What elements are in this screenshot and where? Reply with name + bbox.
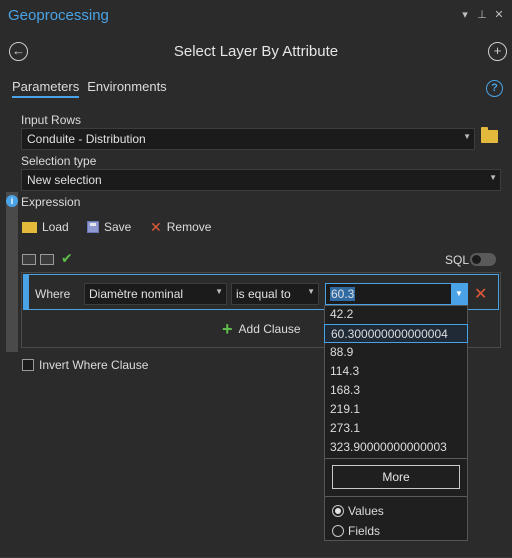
chevron-down-icon: ▼	[215, 287, 223, 296]
value-option[interactable]: 219.1	[324, 400, 468, 419]
remove-button[interactable]: ✕ Remove	[150, 219, 211, 235]
value-option[interactable]: 42.2	[324, 305, 468, 324]
add-clause-button[interactable]: + Add Clause	[222, 319, 301, 339]
expression-marker	[6, 192, 18, 352]
add-circle-icon[interactable]: +	[488, 42, 507, 61]
input-rows-dropdown[interactable]: Conduite - Distribution ▼	[21, 128, 475, 150]
list-mode-icon[interactable]	[40, 254, 54, 265]
verify-check-icon[interactable]: ✔	[61, 250, 73, 267]
add-clause-label: Add Clause	[238, 322, 301, 336]
chevron-down-icon: ▼	[307, 287, 315, 296]
operator-value: is equal to	[236, 287, 291, 301]
value-text: 60.3	[330, 287, 356, 301]
tab-strip: Parameters Environments	[12, 79, 167, 98]
clause-mode-icon[interactable]	[22, 254, 36, 265]
pane-title: Geoprocessing	[8, 7, 109, 24]
selection-type-value: New selection	[27, 173, 102, 187]
folder-open-icon	[22, 221, 37, 233]
fields-radio[interactable]	[332, 525, 344, 537]
sql-label: SQL	[445, 253, 470, 267]
pane-header: Geoprocessing ▾ ⊥ ✕	[0, 0, 512, 32]
more-button[interactable]: More	[332, 465, 460, 489]
invert-where-checkbox[interactable]	[22, 359, 34, 371]
plus-icon: +	[222, 319, 233, 339]
value-option-selected[interactable]: 60.300000000000004	[324, 324, 468, 343]
field-dropdown[interactable]: Diamètre nominal ▼	[84, 283, 227, 305]
selection-type-label: Selection type	[21, 154, 97, 168]
close-icon[interactable]: ✕	[494, 8, 504, 21]
value-option[interactable]: 273.1	[324, 419, 468, 438]
save-label: Save	[104, 220, 132, 234]
remove-label: Remove	[166, 220, 212, 234]
load-label: Load	[42, 220, 69, 234]
where-label: Where	[35, 287, 71, 301]
pane-menu-icon[interactable]: ▾	[460, 8, 470, 21]
pin-icon[interactable]: ⊥	[477, 8, 487, 21]
selection-type-dropdown[interactable]: New selection ▼	[21, 169, 501, 191]
values-radio[interactable]	[332, 505, 344, 517]
save-button[interactable]: Save	[87, 219, 131, 235]
tab-environments[interactable]: Environments	[87, 79, 166, 98]
invert-where-label: Invert Where Clause	[39, 358, 149, 372]
sql-toggle[interactable]	[470, 253, 496, 266]
tab-parameters[interactable]: Parameters	[12, 79, 80, 98]
field-value: Diamètre nominal	[89, 287, 184, 301]
value-input[interactable]: 60.3	[325, 283, 468, 305]
value-option[interactable]: 168.3	[324, 381, 468, 400]
load-button[interactable]: Load	[22, 219, 69, 235]
remove-icon: ✕	[150, 218, 162, 235]
popup-divider	[325, 458, 467, 459]
tool-bar: ← Select Layer By Attribute +	[0, 34, 512, 68]
operator-dropdown[interactable]: is equal to ▼	[231, 283, 319, 305]
pane-controls: ▾ ⊥ ✕	[460, 8, 504, 21]
expression-label: Expression	[21, 195, 81, 209]
input-rows-label: Input Rows	[21, 113, 82, 127]
delete-clause-icon[interactable]: ✕	[474, 284, 487, 304]
fields-radio-label: Fields	[348, 524, 381, 538]
chevron-down-icon: ▼	[489, 173, 497, 182]
value-option[interactable]: 114.3	[324, 362, 468, 381]
save-icon	[87, 221, 99, 233]
value-option[interactable]: 323.90000000000003	[324, 438, 468, 457]
values-radio-label: Values	[348, 504, 384, 518]
clause-selection-bar	[24, 275, 29, 309]
info-icon[interactable]: i	[6, 195, 18, 207]
value-dropdown-button[interactable]: ▼	[451, 284, 467, 304]
popup-divider	[325, 496, 467, 497]
help-icon[interactable]: ?	[486, 80, 503, 97]
folder-icon[interactable]	[481, 127, 498, 143]
value-option[interactable]: 88.9	[324, 343, 468, 362]
tool-title: Select Layer By Attribute	[173, 43, 339, 60]
input-rows-value: Conduite - Distribution	[27, 132, 146, 146]
chevron-down-icon: ▼	[463, 132, 471, 141]
